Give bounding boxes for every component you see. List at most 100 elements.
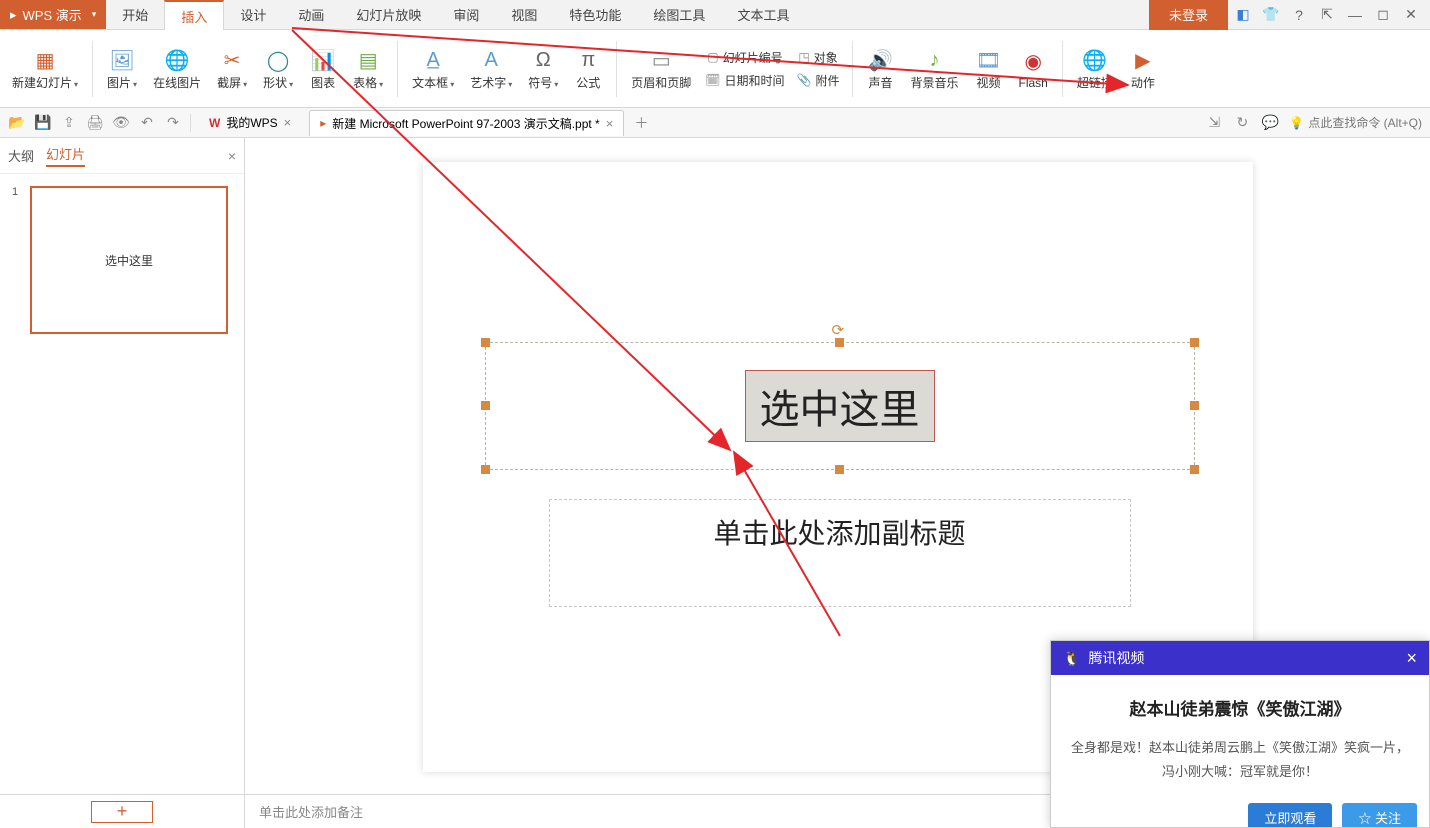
help-icon[interactable]: ? (1286, 2, 1312, 28)
slide-thumbnail[interactable]: 选中这里 (30, 186, 228, 334)
pin-icon[interactable]: ⇱ (1314, 2, 1340, 28)
tab-review[interactable]: 审阅 (437, 0, 495, 29)
wordart-button[interactable]: A艺术字▾ (464, 35, 518, 103)
selection-pane-icon[interactable]: ⇲ (1205, 114, 1223, 132)
slide-panel: 大纲 幻灯片 × 1 选中这里 + (0, 138, 245, 828)
skin-icon[interactable]: ◧ (1230, 2, 1256, 28)
object-button[interactable]: ◳对象 (793, 47, 844, 68)
close-tab-icon[interactable]: × (606, 116, 614, 131)
video-button[interactable]: 🎞视频 (969, 35, 1009, 103)
audio-icon: 🔊 (867, 46, 895, 74)
screenshot-button[interactable]: ✂截屏▾ (211, 35, 253, 103)
equation-button[interactable]: π公式 (568, 35, 608, 103)
tab-design[interactable]: 设计 (224, 0, 282, 29)
subtitle-placeholder: 单击此处添加副标题 (713, 512, 965, 552)
wordart-icon: A (477, 46, 505, 74)
symbol-button[interactable]: Ω符号▾ (522, 35, 564, 103)
preview-icon[interactable]: 👁 (112, 114, 130, 132)
date-time-icon: 🗓 (705, 73, 720, 87)
comment-icon[interactable]: 💬 (1261, 114, 1279, 132)
popup-header: 🐧 腾讯视频 × (1051, 641, 1429, 675)
resize-handle[interactable] (481, 465, 490, 474)
header-footer-button[interactable]: ▭页眉和页脚 (625, 35, 697, 103)
thumb-title-text: 选中这里 (105, 252, 153, 269)
app-menu-button[interactable]: ▸ WPS 演示 ▾ (0, 0, 106, 29)
tab-features[interactable]: 特色功能 (553, 0, 637, 29)
close-window-icon[interactable]: ✕ (1398, 2, 1424, 28)
quick-access-bar: 📂 💾 ⇪ 🖨 👁 ↶ ↷ W 我的WPS × ▸ 新建 Microsoft P… (0, 108, 1430, 138)
close-tab-icon[interactable]: × (284, 115, 292, 130)
close-panel-icon[interactable]: × (228, 148, 236, 164)
table-button[interactable]: ▤表格▾ (347, 35, 389, 103)
new-slide-button[interactable]: ▦新建幻灯片▾ (6, 35, 84, 103)
action-icon: ▶ (1129, 46, 1157, 74)
resize-handle[interactable] (481, 338, 490, 347)
minimize-icon[interactable]: — (1342, 2, 1368, 28)
search-command[interactable]: 💡 点此查找命令 (Alt+Q) (1289, 114, 1422, 131)
tab-start[interactable]: 开始 (106, 0, 164, 29)
video-popup: 🐧 腾讯视频 × 赵本山徒弟震惊《笑傲江湖》 全身都是戏！赵本山徒弟周云鹏上《笑… (1050, 640, 1430, 828)
resize-handle[interactable] (1190, 338, 1199, 347)
new-slide-icon: ▦ (31, 46, 59, 74)
shapes-button[interactable]: ◯形状▾ (257, 35, 299, 103)
textbox-button[interactable]: A̲文本框▾ (406, 35, 460, 103)
screenshot-icon: ✂ (218, 46, 246, 74)
outline-tab[interactable]: 大纲 (8, 146, 34, 165)
date-time-button[interactable]: 🗓日期和时间 (701, 70, 788, 91)
popup-brand: 腾讯视频 (1088, 648, 1144, 668)
redo-icon[interactable]: ↷ (164, 114, 182, 132)
slide-number-button[interactable]: ▢幻灯片编号 (701, 47, 788, 68)
undo-icon[interactable]: ↶ (138, 114, 156, 132)
title-right: 未登录 ◧ 👕 ? ⇱ — ◻ ✕ (1149, 0, 1430, 29)
doc-tab-mywps[interactable]: W 我的WPS × (199, 110, 301, 136)
subtitle-textbox[interactable]: 单击此处添加副标题 (549, 499, 1131, 607)
resize-handle[interactable] (835, 338, 844, 347)
print-icon[interactable]: 🖨 (86, 114, 104, 132)
title-textbox-selected[interactable]: ⟳ 选中这里 (485, 342, 1195, 470)
tab-view[interactable]: 视图 (495, 0, 553, 29)
audio-button[interactable]: 🔊声音 (861, 35, 901, 103)
shapes-icon: ◯ (264, 46, 292, 74)
new-tab-icon[interactable]: ＋ (632, 114, 650, 132)
watch-now-button[interactable]: 立即观看 (1248, 803, 1332, 827)
slides-tab[interactable]: 幻灯片 (46, 144, 85, 167)
tab-insert[interactable]: 插入 (164, 0, 224, 30)
picture-button[interactable]: 🖼图片▾ (101, 35, 143, 103)
chart-button[interactable]: 📊图表 (303, 35, 343, 103)
export-icon[interactable]: ⇪ (60, 114, 78, 132)
resize-handle[interactable] (1190, 465, 1199, 474)
thumbnail-list: 1 选中这里 (0, 174, 244, 794)
flash-button[interactable]: ◉Flash (1013, 35, 1054, 103)
rotate-handle-icon[interactable]: ⟳ (832, 321, 848, 337)
maximize-icon[interactable]: ◻ (1370, 2, 1396, 28)
textbox-icon: A̲ (419, 46, 447, 74)
attachment-button[interactable]: 📎附件 (793, 70, 844, 91)
open-icon[interactable]: 📂 (8, 114, 26, 132)
tab-text-tools[interactable]: 文本工具 (721, 0, 805, 29)
doc-tab-label: 新建 Microsoft PowerPoint 97-2003 演示文稿.ppt… (332, 115, 599, 132)
resize-handle[interactable] (835, 465, 844, 474)
popup-close-icon[interactable]: × (1406, 648, 1417, 669)
resize-handle[interactable] (481, 401, 490, 410)
bgm-button[interactable]: ♪背景音乐 (905, 35, 965, 103)
penguin-icon: 🐧 (1063, 650, 1080, 667)
slide-thumb-row[interactable]: 1 选中这里 (12, 186, 232, 334)
popup-description: 全身都是戏！赵本山徒弟周云鹏上《笑傲江湖》笑疯一片，冯小刚大喊：冠军就是你！ (1069, 736, 1411, 783)
online-picture-button[interactable]: 🌐在线图片 (147, 35, 207, 103)
doc-tab-current[interactable]: ▸ 新建 Microsoft PowerPoint 97-2003 演示文稿.p… (309, 110, 624, 136)
hyperlink-button[interactable]: 🌐超链接 (1071, 35, 1119, 103)
resize-handle[interactable] (1190, 401, 1199, 410)
login-button[interactable]: 未登录 (1149, 0, 1228, 30)
tab-slideshow[interactable]: 幻灯片放映 (340, 0, 437, 29)
follow-button[interactable]: ☆ 关注 (1342, 803, 1417, 827)
title-text[interactable]: 选中这里 (745, 370, 935, 442)
bulb-icon: 💡 (1289, 116, 1304, 130)
tab-drawing-tools[interactable]: 绘图工具 (637, 0, 721, 29)
action-button[interactable]: ▶动作 (1123, 35, 1163, 103)
save-icon[interactable]: 💾 (34, 114, 52, 132)
tshirt-icon[interactable]: 👕 (1258, 2, 1284, 28)
add-slide-button[interactable]: + (91, 801, 153, 823)
tab-animation[interactable]: 动画 (282, 0, 340, 29)
menu-tabs: 开始 插入 设计 动画 幻灯片放映 审阅 视图 特色功能 绘图工具 文本工具 (106, 0, 805, 29)
replay-icon[interactable]: ↻ (1233, 114, 1251, 132)
